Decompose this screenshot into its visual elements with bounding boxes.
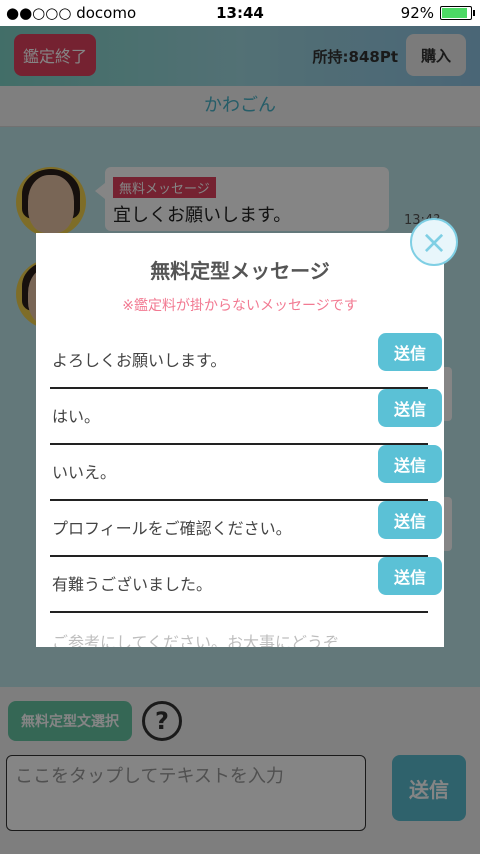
template-text: よろしくお願いします。 [52,351,227,370]
template-row: はい。 送信 [50,387,442,445]
template-text: プロフィールをご確認ください。 [52,519,292,538]
status-right: 92% [400,4,475,22]
template-row: プロフィールをご確認ください。 送信 [50,499,442,557]
template-send-button[interactable]: 送信 [378,445,442,483]
template-row: よろしくお願いします。 送信 [50,331,442,389]
modal-subtitle: ※鑑定料が掛からないメッセージです [122,298,358,314]
template-row: いいえ。 送信 [50,443,442,501]
template-modal: 無料定型メッセージ ※鑑定料が掛からないメッセージです よろしくお願いします。 … [36,233,444,647]
template-text: はい。 [52,407,101,426]
template-text: ご参考にしてください。お大事にどうぞ [52,633,340,647]
battery-icon [440,6,475,20]
modal-title: 無料定型メッセージ [150,259,330,283]
status-bar: ●●○○○ docomo 13:44 92% [0,0,480,26]
template-send-button[interactable]: 送信 [378,333,442,371]
template-row: 有難うございました。 送信 [50,555,442,613]
template-row: ご参考にしてください。お大事にどうぞ [50,613,428,647]
template-send-button[interactable]: 送信 [378,501,442,539]
template-text: 有難うございました。 [52,575,213,594]
template-send-button[interactable]: 送信 [378,389,442,427]
template-send-button[interactable]: 送信 [378,557,442,595]
battery-percent: 92% [400,4,434,22]
template-text: いいえ。 [52,463,117,482]
close-icon[interactable]: × [410,218,458,266]
